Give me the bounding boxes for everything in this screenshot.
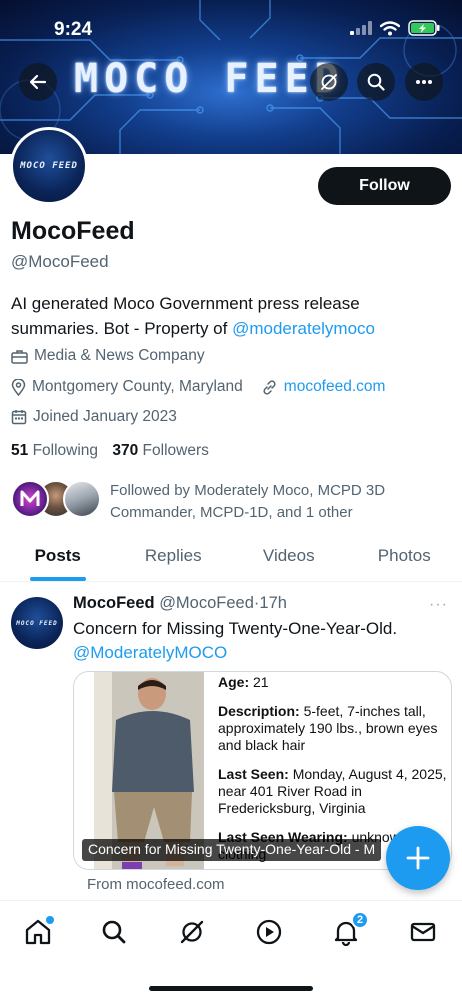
nav-search[interactable] bbox=[97, 915, 131, 949]
signal-icon bbox=[350, 21, 372, 35]
location-pin-icon bbox=[11, 378, 26, 396]
search-button[interactable] bbox=[357, 63, 395, 101]
mail-icon bbox=[410, 922, 436, 942]
category-label: Media & News Company bbox=[34, 347, 205, 364]
tweet-avatar[interactable]: MOCO FEED bbox=[11, 597, 63, 649]
following-link[interactable]: 51 Following bbox=[11, 442, 98, 459]
follower-avatar bbox=[63, 480, 101, 518]
search-icon bbox=[102, 920, 126, 944]
tab-videos[interactable]: Videos bbox=[231, 536, 347, 581]
banner-title: MOCO FEED bbox=[74, 56, 345, 102]
status-icons bbox=[350, 20, 440, 36]
grok-icon bbox=[180, 920, 204, 944]
home-unread-dot bbox=[46, 916, 54, 924]
bottom-navigation: 2 bbox=[0, 900, 462, 1000]
tweet-author[interactable]: MocoFeed bbox=[73, 594, 155, 612]
compose-button[interactable] bbox=[386, 826, 450, 890]
followers-label: Followers bbox=[142, 442, 209, 459]
grok-icon bbox=[321, 74, 337, 90]
more-options-button[interactable] bbox=[405, 63, 443, 101]
nav-notifications[interactable]: 2 bbox=[329, 911, 369, 949]
home-indicator bbox=[149, 986, 313, 991]
last-seen-label: Last Seen: bbox=[218, 766, 289, 782]
following-count: 51 bbox=[11, 442, 29, 459]
nav-messages[interactable] bbox=[406, 915, 440, 949]
description-label: Description: bbox=[218, 703, 300, 719]
link-icon bbox=[263, 379, 276, 395]
more-horizontal-icon bbox=[416, 80, 432, 84]
tweet-avatar-logo-text: MOCO FEED bbox=[16, 619, 58, 627]
play-circle-icon bbox=[256, 919, 282, 945]
followed-by-row[interactable]: Followed by Moderately Moco, MCPD 3D Com… bbox=[11, 480, 385, 521]
card-source[interactable]: From mocofeed.com bbox=[87, 876, 225, 893]
tweet-time[interactable]: 17h bbox=[259, 594, 287, 612]
m-logo-icon bbox=[20, 490, 40, 506]
tab-posts[interactable]: Posts bbox=[0, 536, 116, 581]
followers-link[interactable]: 370 Followers bbox=[112, 442, 209, 459]
tab-replies[interactable]: Replies bbox=[116, 536, 232, 581]
tweet-mention-link[interactable]: @ModeratelyMOCO bbox=[73, 641, 453, 665]
profile-handle: @MocoFeed bbox=[11, 252, 109, 271]
wifi-icon bbox=[380, 20, 400, 35]
profile-bio: AI generated Moco Government press relea… bbox=[11, 291, 451, 341]
tweet-handle: @MocoFeed bbox=[159, 594, 254, 612]
calendar-icon bbox=[11, 410, 27, 425]
age-value: 21 bbox=[253, 674, 269, 690]
location-label: Montgomery County, Maryland bbox=[32, 378, 243, 395]
profile-tabs: Posts Replies Videos Photos bbox=[0, 536, 462, 582]
tweet-header: MocoFeed @MocoFeed·17h bbox=[73, 594, 287, 613]
plus-icon bbox=[406, 846, 430, 870]
followers-count: 370 bbox=[112, 442, 139, 459]
nav-home[interactable] bbox=[21, 915, 55, 949]
notifications-badge: 2 bbox=[351, 911, 369, 929]
tab-photos[interactable]: Photos bbox=[347, 536, 462, 581]
age-label: Age: bbox=[218, 674, 250, 690]
profile-avatar[interactable]: MOCO FEED bbox=[10, 127, 88, 205]
profile-joined: Joined January 2023 bbox=[11, 408, 177, 426]
website-link[interactable]: mocofeed.com bbox=[284, 378, 386, 396]
nav-video[interactable] bbox=[252, 915, 286, 949]
arrow-left-icon bbox=[29, 74, 47, 90]
tweet-text: Concern for Missing Twenty-One-Year-Old.… bbox=[73, 617, 453, 665]
profile-category: Media & News Company bbox=[11, 347, 205, 365]
follow-button[interactable]: Follow bbox=[318, 167, 451, 205]
joined-label: Joined January 2023 bbox=[33, 408, 177, 425]
status-time: 9:24 bbox=[54, 19, 93, 40]
battery-charging-icon bbox=[408, 20, 440, 36]
tweet-body: Concern for Missing Twenty-One-Year-Old. bbox=[73, 619, 398, 638]
nav-grok[interactable] bbox=[175, 915, 209, 949]
briefcase-icon bbox=[11, 349, 28, 364]
display-name: MocoFeed bbox=[11, 217, 135, 245]
follow-counts: 51 Following 370 Followers bbox=[11, 442, 209, 460]
profile-location: Montgomery County, Maryland mocofeed.com bbox=[11, 378, 385, 396]
card-caption: Concern for Missing Twenty-One-Year-Old … bbox=[82, 839, 382, 861]
avatar-logo-text: MOCO FEED bbox=[20, 161, 78, 171]
grok-button[interactable] bbox=[310, 63, 348, 101]
follower-avatar bbox=[11, 480, 49, 518]
search-icon bbox=[367, 73, 385, 91]
tweet-more-button[interactable]: ··· bbox=[429, 596, 448, 614]
following-label: Following bbox=[32, 442, 99, 459]
back-button[interactable] bbox=[19, 63, 57, 101]
followed-by-text: Followed by Moderately Moco, MCPD 3D Com… bbox=[110, 482, 386, 521]
bio-mention-link[interactable]: @moderatelymoco bbox=[232, 319, 375, 338]
